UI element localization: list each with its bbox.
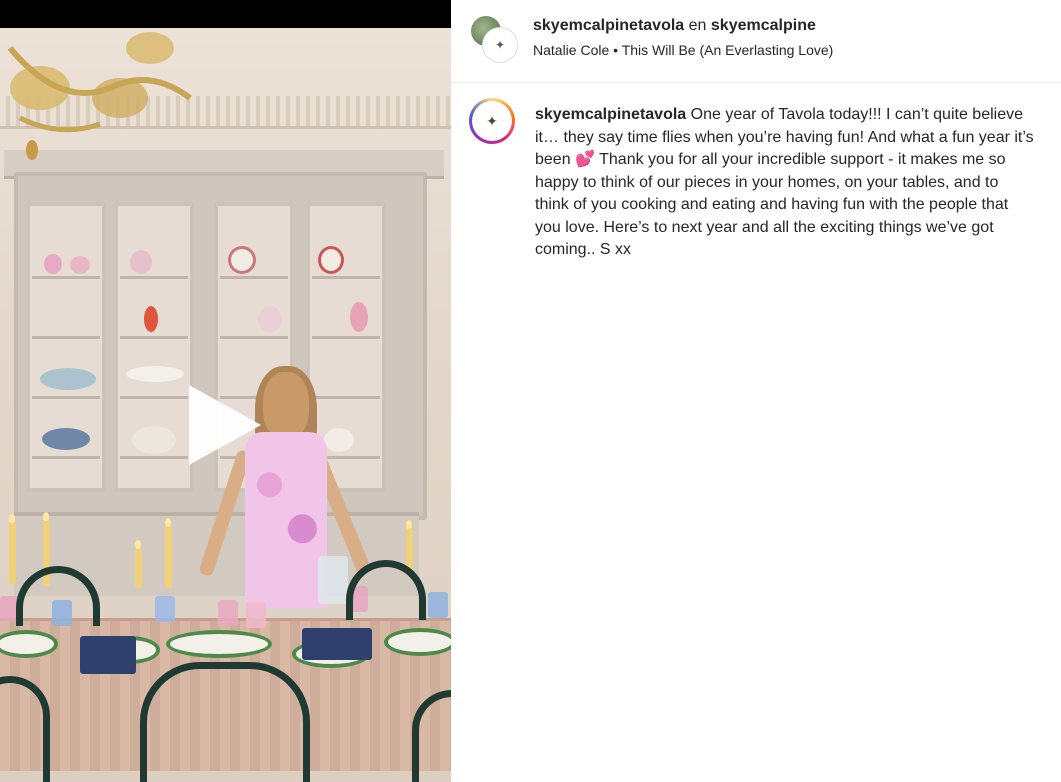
floral-jug: [318, 246, 344, 274]
chandelier: [7, 32, 192, 160]
post-header: ✦ skyemcalpinetavola en skyemcalpine Nat…: [451, 0, 1061, 83]
profile-avatar-icon[interactable]: ✦: [472, 101, 512, 141]
caption-avatar[interactable]: ✦: [469, 98, 515, 144]
post-authors: skyemcalpinetavola en skyemcalpine: [533, 17, 816, 35]
candle-flame: [135, 540, 141, 549]
shelf: [32, 276, 100, 279]
dinner-plate: [166, 630, 272, 658]
flower-vase: [144, 306, 158, 332]
video-top-bar: [0, 0, 451, 28]
cabinet-door: [26, 202, 106, 492]
shelf: [32, 336, 100, 339]
patterned-plate: [42, 428, 90, 450]
shelf: [312, 396, 380, 399]
caption-text-continued: Thank you for all your incredible suppor…: [535, 151, 1009, 258]
audio-track-link[interactable]: Natalie Cole • This Will Be (An Everlast…: [533, 42, 833, 58]
chair-back: [0, 676, 50, 782]
floral-jug: [228, 246, 256, 274]
shelf: [32, 396, 100, 399]
profile-avatar-icon[interactable]: ✦: [483, 28, 517, 62]
candle: [135, 548, 142, 588]
glass-cabinet: [14, 172, 427, 520]
pink-vase: [350, 302, 368, 332]
post-caption: skyemcalpinetavola One year of Tavola to…: [535, 104, 1035, 262]
blue-glass: [155, 596, 175, 622]
candle-flame: [43, 512, 49, 521]
shelf: [312, 276, 380, 279]
post-video[interactable]: [0, 0, 451, 782]
pink-glass: [246, 602, 266, 628]
candle-flame: [165, 518, 171, 527]
pink-jug: [44, 254, 62, 274]
author-username-link[interactable]: skyemcalpinetavola: [533, 17, 684, 34]
collab-avatars[interactable]: ✦: [471, 16, 517, 62]
shelf: [32, 456, 100, 459]
person-face: [263, 372, 309, 438]
play-icon[interactable]: [189, 385, 261, 465]
pink-jug: [70, 256, 90, 274]
shelf: [220, 276, 288, 279]
shelf: [120, 456, 188, 459]
collab-username-link[interactable]: skyemcalpine: [711, 17, 816, 34]
post-details-panel: ✦ skyemcalpinetavola en skyemcalpine Nat…: [451, 0, 1061, 782]
water-jug: [318, 556, 348, 604]
dinner-plate: [384, 628, 451, 656]
blue-bowl: [40, 368, 96, 390]
shelf: [220, 336, 288, 339]
cabinet-door: [114, 202, 194, 492]
stacked-plates: [132, 426, 176, 454]
caption-username-link[interactable]: skyemcalpinetavola: [535, 106, 686, 123]
collab-connector: en: [688, 17, 707, 34]
chair-back: [140, 662, 310, 782]
candle-flame: [9, 514, 15, 523]
shelf: [120, 276, 188, 279]
candle: [9, 522, 16, 584]
candle: [406, 528, 413, 570]
cake-stand: [126, 366, 184, 382]
blue-napkin: [302, 628, 372, 660]
shelf: [120, 336, 188, 339]
pink-jug: [130, 250, 152, 274]
teapot: [258, 306, 282, 332]
white-jug: [324, 428, 354, 452]
pink-glass: [218, 600, 238, 626]
shelf: [312, 336, 380, 339]
candle: [165, 526, 172, 588]
two-hearts-emoji: 💕: [575, 151, 595, 168]
candle-flame: [406, 520, 412, 529]
blue-glass: [428, 592, 448, 618]
blue-napkin: [80, 636, 136, 674]
shelf: [120, 396, 188, 399]
